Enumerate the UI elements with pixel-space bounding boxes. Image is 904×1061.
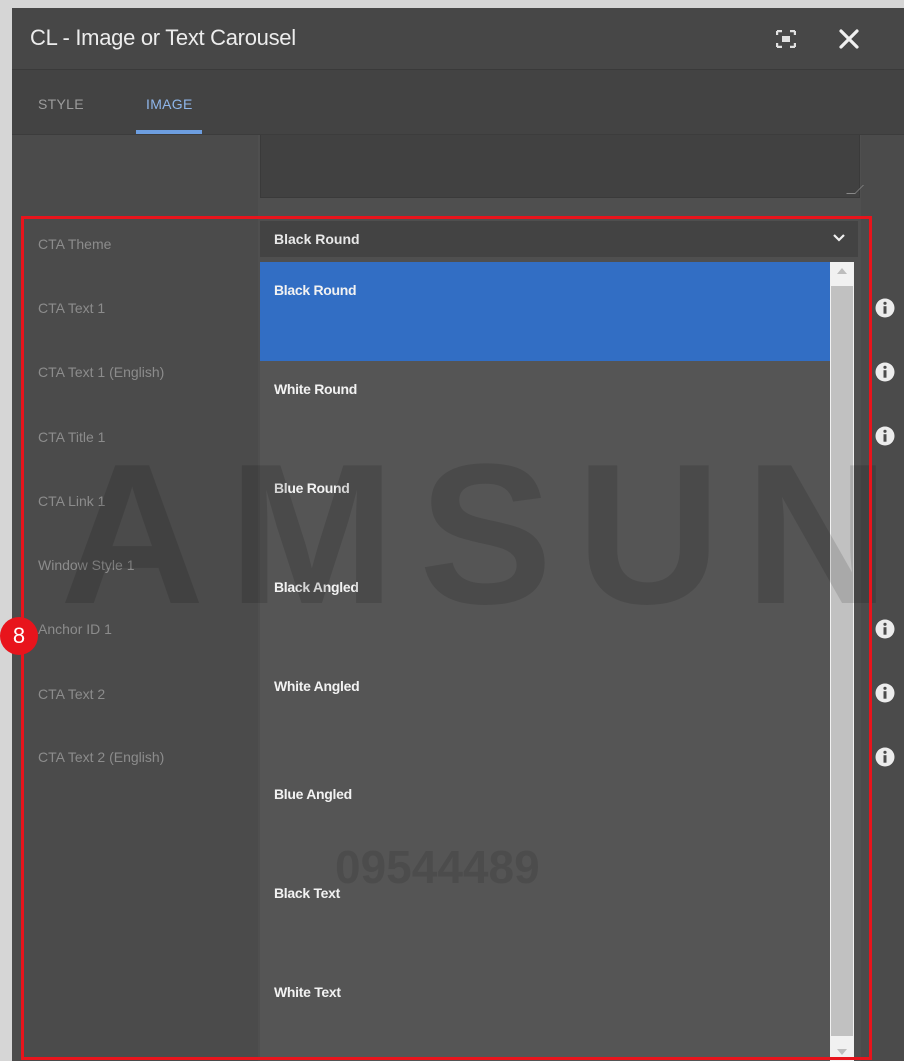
option-label: White Text bbox=[274, 984, 341, 1000]
option-label: Black Round bbox=[274, 282, 357, 298]
tab-style[interactable]: STYLE bbox=[38, 96, 84, 112]
label-cta-theme: CTA Theme bbox=[38, 236, 112, 252]
scroll-down-arrow-icon[interactable] bbox=[837, 1049, 847, 1055]
info-icon[interactable] bbox=[875, 747, 895, 767]
info-icon[interactable] bbox=[875, 362, 895, 382]
dialog: CL - Image or Text Carousel STYLE IMAGE … bbox=[12, 8, 904, 1061]
scroll-up-arrow-icon[interactable] bbox=[837, 268, 847, 274]
scrollbar-thumb[interactable] bbox=[831, 286, 853, 1036]
chevron-down-icon bbox=[833, 234, 845, 242]
option-white-round[interactable]: White Round bbox=[260, 361, 830, 460]
option-label: Black Text bbox=[274, 885, 340, 901]
label-cta-text-2-english: CTA Text 2 (English) bbox=[38, 749, 165, 765]
option-blue-angled[interactable]: Blue Angled bbox=[260, 766, 830, 865]
step-number-badge: 8 bbox=[0, 617, 38, 655]
cta-theme-select[interactable]: Black Round bbox=[260, 221, 858, 257]
dialog-content: CTA Theme CTA Text 1 CTA Text 1 (English… bbox=[12, 135, 904, 1061]
option-white-text[interactable]: White Text bbox=[260, 964, 830, 1061]
option-label: White Angled bbox=[274, 678, 360, 694]
label-cta-text-1-english: CTA Text 1 (English) bbox=[38, 364, 165, 380]
info-icon[interactable] bbox=[875, 426, 895, 446]
label-anchor-id-1: Anchor ID 1 bbox=[38, 621, 112, 637]
option-label: White Round bbox=[274, 381, 358, 397]
label-cta-text-1: CTA Text 1 bbox=[38, 300, 106, 316]
tab-image[interactable]: IMAGE bbox=[146, 96, 193, 112]
option-label: Black Angled bbox=[274, 579, 359, 595]
cta-theme-selected-value: Black Round bbox=[274, 231, 360, 247]
label-window-style-1: Window Style 1 bbox=[38, 557, 135, 573]
close-icon[interactable] bbox=[838, 28, 860, 50]
option-blue-round[interactable]: Blue Round bbox=[260, 460, 830, 559]
info-icon[interactable] bbox=[875, 619, 895, 639]
label-cta-text-2: CTA Text 2 bbox=[38, 686, 106, 702]
option-black-round[interactable]: Black Round bbox=[260, 262, 830, 361]
option-white-angled[interactable]: White Angled bbox=[260, 658, 830, 757]
dialog-titlebar: CL - Image or Text Carousel bbox=[12, 8, 904, 70]
label-column bbox=[12, 135, 258, 1061]
option-black-text[interactable]: Black Text bbox=[260, 865, 830, 964]
active-tab-indicator bbox=[136, 130, 202, 134]
option-black-angled[interactable]: Black Angled bbox=[260, 559, 830, 658]
cta-theme-options-list: Black Round White Round Blue Round Black… bbox=[260, 262, 830, 1061]
info-icon[interactable] bbox=[875, 683, 895, 703]
resize-handle[interactable] bbox=[846, 185, 864, 194]
label-cta-link-1: CTA Link 1 bbox=[38, 493, 106, 509]
dialog-title: CL - Image or Text Carousel bbox=[30, 25, 296, 50]
textarea-field[interactable] bbox=[260, 135, 864, 198]
tab-bar: STYLE IMAGE bbox=[12, 70, 904, 135]
options-scrollbar[interactable] bbox=[830, 262, 854, 1061]
option-label: Blue Round bbox=[274, 480, 350, 496]
fullscreen-icon[interactable] bbox=[776, 30, 796, 48]
label-cta-title-1: CTA Title 1 bbox=[38, 429, 106, 445]
info-icon[interactable] bbox=[875, 298, 895, 318]
option-label: Blue Angled bbox=[274, 786, 352, 802]
